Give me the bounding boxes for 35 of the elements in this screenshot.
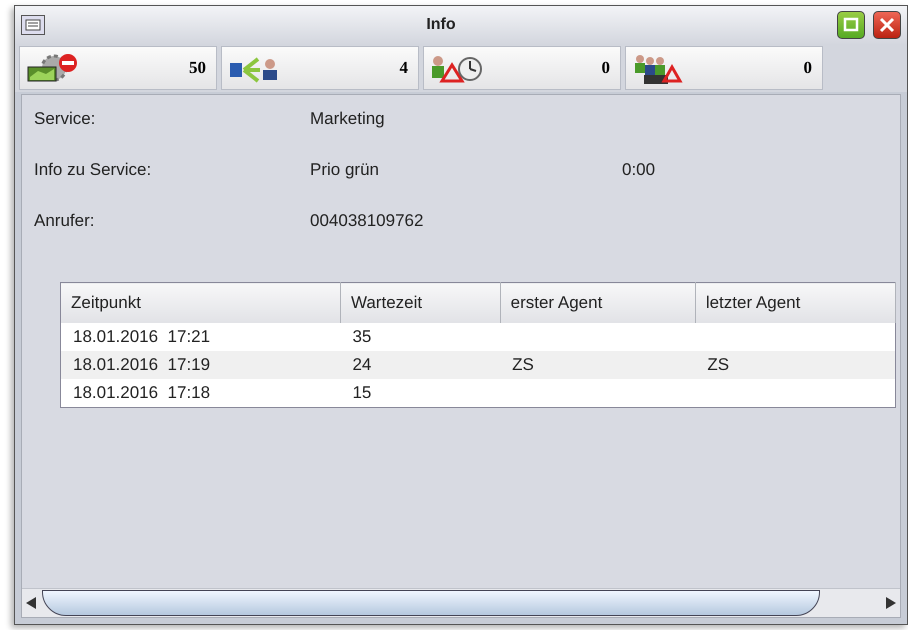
maximize-button[interactable]: [837, 11, 865, 39]
stat-tile[interactable]: 50: [19, 46, 217, 90]
scroll-right-icon[interactable]: [886, 597, 896, 609]
field-value: 004038109762: [310, 211, 424, 231]
table-cell: ZS: [500, 351, 696, 379]
horizontal-scrollbar[interactable]: [22, 588, 900, 617]
close-button[interactable]: [873, 11, 901, 39]
stat-count: 0: [602, 58, 610, 78]
table-cell: 18.01.2016 17:18: [60, 379, 340, 408]
field-value: Prio grün: [310, 160, 380, 180]
table-cell: 18.01.2016 17:21: [60, 323, 340, 351]
column-header[interactable]: letzter Agent: [695, 282, 896, 323]
field-label: Anrufer:: [34, 211, 96, 231]
table-cell: 24: [340, 351, 500, 379]
stat-tile[interactable]: 4: [221, 46, 419, 90]
table-cell: 35: [340, 323, 500, 351]
window-title: Info: [425, 16, 457, 34]
field-label: Info zu Service:: [34, 160, 152, 180]
scroll-left-icon[interactable]: [26, 597, 36, 609]
scrollbar-thumb[interactable]: [42, 590, 820, 616]
field-extra: 0:00: [622, 160, 656, 180]
table-cell: 15: [340, 379, 500, 408]
table-cell: 18.01.2016 17:19: [60, 351, 340, 379]
table-cell: ZS: [695, 351, 896, 379]
stat-count: 0: [804, 58, 812, 78]
window-menu-icon[interactable]: [21, 15, 45, 35]
column-header[interactable]: Zeitpunkt: [60, 282, 340, 323]
column-header[interactable]: Wartezeit: [340, 282, 500, 323]
stat-count: 4: [400, 58, 408, 78]
stat-count: 50: [189, 58, 206, 78]
stat-tile[interactable]: 0: [625, 46, 823, 90]
field-label: Service:: [34, 109, 96, 129]
stat-tile[interactable]: 0: [423, 46, 621, 90]
column-header[interactable]: erster Agent: [500, 282, 696, 323]
field-value: Marketing: [310, 109, 386, 129]
